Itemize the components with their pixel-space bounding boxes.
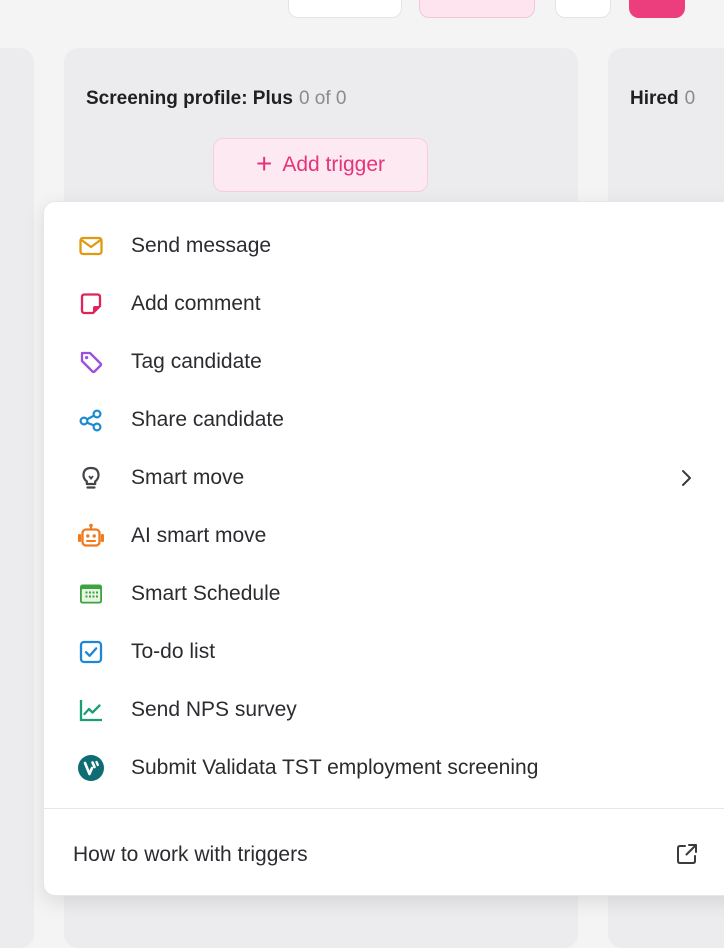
menu-item-send-nps-survey[interactable]: Send NPS survey — [44, 684, 724, 736]
help-link-triggers[interactable]: How to work with triggers — [44, 827, 724, 883]
menu-item-label: AI smart move — [131, 524, 267, 547]
calendar-icon — [77, 580, 105, 608]
toolbar-button[interactable] — [419, 0, 535, 18]
menu-item-label: Smart move — [131, 466, 245, 489]
menu-item-label: Tag candidate — [131, 350, 262, 373]
column-title-text: Hired — [630, 88, 679, 109]
chevron-right-icon — [674, 466, 698, 490]
toolbar-button[interactable] — [629, 0, 685, 18]
menu-item-share-candidate[interactable]: Share candidate — [44, 394, 724, 446]
external-link-icon — [674, 841, 700, 867]
checkbox-icon — [77, 638, 105, 666]
envelope-icon — [77, 232, 105, 260]
menu-item-submit-validata[interactable]: Submit Validata TST employment screening — [44, 742, 724, 794]
add-trigger-label: Add trigger — [282, 153, 386, 176]
column-count: 0 — [684, 88, 696, 109]
column-count: 0 of 0 — [298, 88, 347, 109]
menu-item-tag-candidate[interactable]: Tag candidate — [44, 336, 724, 388]
add-trigger-button[interactable]: + Add trigger — [213, 138, 428, 192]
tag-icon — [77, 348, 105, 376]
trigger-menu: Send message Add comment Tag candidate S… — [43, 201, 724, 896]
robot-icon — [77, 522, 105, 550]
menu-item-smart-move[interactable]: Smart move — [44, 452, 724, 504]
column-title-text: Screening profile: Plus — [86, 88, 293, 109]
menu-item-label: Send message — [131, 234, 272, 257]
toolbar-button[interactable] — [555, 0, 611, 18]
menu-item-send-message[interactable]: Send message — [44, 220, 724, 272]
chart-line-icon — [77, 696, 105, 724]
help-link-label: How to work with triggers — [73, 843, 308, 866]
pipeline-column — [0, 48, 34, 948]
menu-item-label: Share candidate — [131, 408, 284, 431]
share-icon — [77, 406, 105, 434]
validata-logo-icon — [77, 754, 105, 782]
menu-item-label: Smart Schedule — [131, 582, 281, 605]
menu-item-todo-list[interactable]: To-do list — [44, 626, 724, 678]
menu-item-label: To-do list — [131, 640, 216, 663]
menu-item-label: Submit Validata TST employment screening — [131, 756, 539, 779]
lightbulb-icon — [77, 464, 105, 492]
menu-item-ai-smart-move[interactable]: AI smart move — [44, 510, 724, 562]
toolbar-button[interactable] — [288, 0, 402, 18]
menu-item-label: Send NPS survey — [131, 698, 297, 721]
menu-item-smart-schedule[interactable]: Smart Schedule — [44, 568, 724, 620]
plus-icon: + — [255, 147, 273, 179]
note-icon — [77, 290, 105, 318]
column-title: Hired 0 — [630, 88, 695, 110]
menu-divider — [44, 808, 724, 809]
column-title: Screening profile: Plus 0 of 0 — [86, 88, 346, 110]
menu-item-add-comment[interactable]: Add comment — [44, 278, 724, 330]
menu-item-label: Add comment — [131, 292, 261, 315]
